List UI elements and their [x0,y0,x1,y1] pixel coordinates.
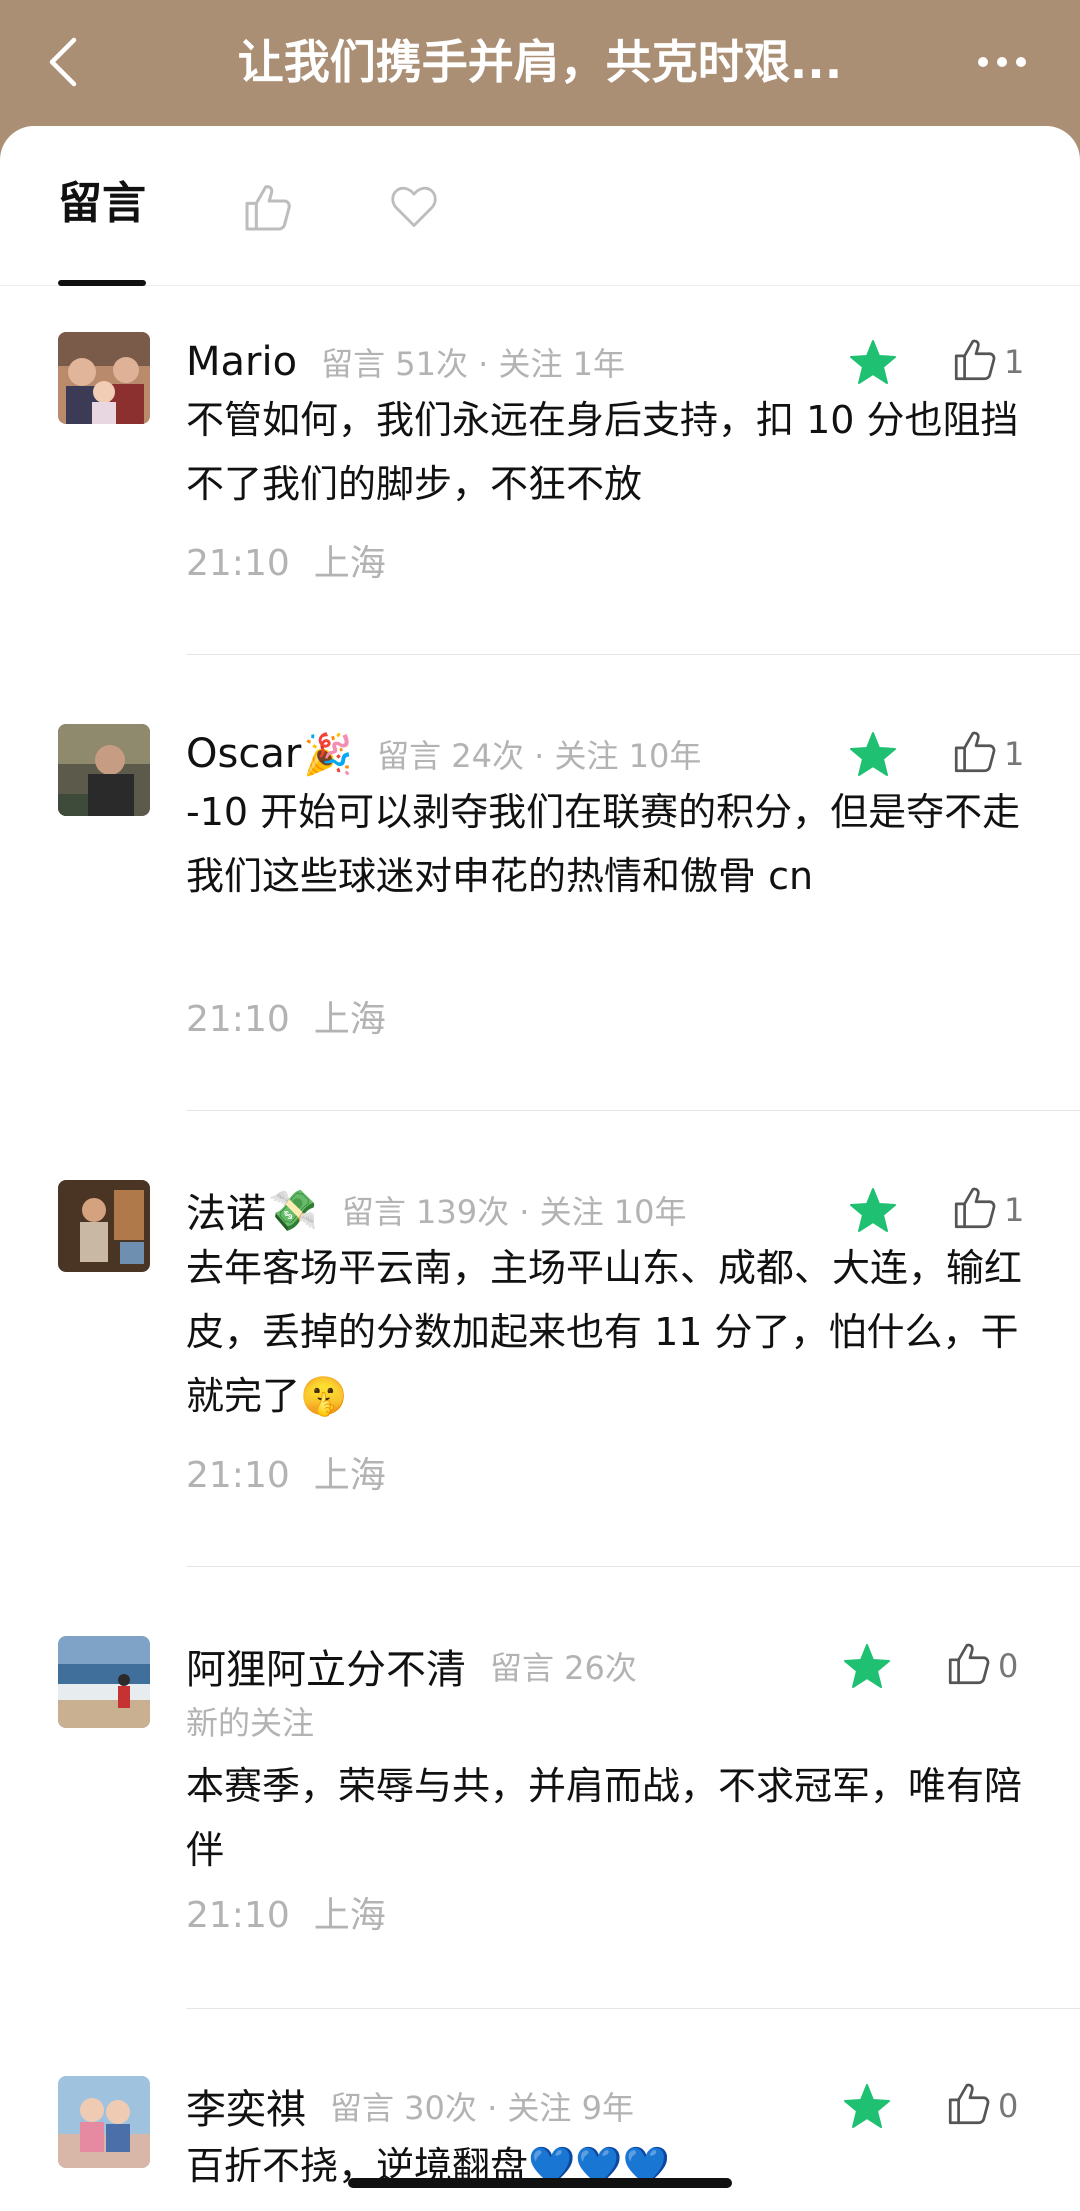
like-count: 1 [1004,1191,1025,1229]
tab-likes[interactable] [240,180,300,240]
comment-time: 21:10 上海 [186,1446,386,1498]
time-label: 21:10 [186,543,290,584]
comment-time: 21:10 上海 [186,1886,386,1938]
divider [186,654,1080,655]
star-icon[interactable] [848,338,898,388]
divider [186,2008,1080,2009]
username[interactable]: 李奕祺 [186,2077,306,2135]
top-bar: 让我们携手并肩，共克时艰... [0,0,1080,130]
page-title: 让我们携手并肩，共克时艰... [237,35,843,89]
comment-text: 百折不挠，逆境翻盘💙💙💙 [186,2144,670,2188]
username[interactable]: Mario [186,339,297,385]
star-icon[interactable] [848,1186,898,1236]
user-meta: 留言 139次 · 关注 10年 [341,1193,687,1231]
comment-text: 不管如何，我们永远在身后支持，扣 10 分也阻挡不了我们的脚步，不狂不放 [186,398,1019,506]
star-icon[interactable] [842,2082,892,2132]
location-label: 上海 [313,1455,386,1496]
star-icon[interactable] [842,1642,892,1692]
follow-status: 新的关注 [186,1704,315,1742]
comment-header: 阿狸阿立分不清 留言 26次 [186,1636,846,1696]
time-label: 21:10 [186,1895,290,1936]
thumbs-up-icon[interactable] [950,726,1000,778]
avatar[interactable] [58,1180,150,1272]
like-count: 1 [1004,343,1025,381]
location-label: 上海 [313,543,386,584]
back-button[interactable] [34,30,90,94]
avatar[interactable] [58,332,150,424]
like-count: 0 [998,1647,1019,1685]
user-meta: 留言 51次 · 关注 1年 [321,345,626,383]
username[interactable]: 阿狸阿立分不清 [186,1637,466,1695]
thumbs-up-icon[interactable] [944,1638,994,1690]
more-dots-icon [978,57,1026,67]
avatar[interactable] [58,724,150,816]
username[interactable]: 法诺 [186,1181,266,1239]
user-meta: 留言 30次 · 关注 9年 [330,2089,634,2127]
comment-text: 本赛季，荣辱与共，并肩而战，不求冠军，唯有陪伴 [186,1764,1023,1872]
avatar[interactable] [58,2076,150,2168]
comment-header: 法诺 💸 留言 139次 · 关注 10年 [186,1180,846,1240]
tab-active-indicator [58,280,146,286]
location-label: 上海 [313,1895,386,1936]
tab-favorites[interactable] [388,180,448,240]
avatar[interactable] [58,1636,150,1728]
divider [186,1110,1080,1111]
tab-messages[interactable]: 留言 [58,174,146,234]
location-label: 上海 [313,999,386,1040]
username-emoji: 💸 [268,1187,318,1234]
like-count: 1 [1004,735,1025,773]
time-label: 21:10 [186,999,290,1040]
user-meta: 留言 26次 [490,1649,637,1687]
more-button[interactable] [964,38,1040,86]
username-emoji: 🎉 [303,731,354,778]
time-label: 21:10 [186,1455,290,1496]
comment-time: 21:10 上海 [186,990,386,1042]
comment-header: Oscar 🎉 留言 24次 · 关注 10年 [186,724,846,784]
comment-header: Mario 留言 51次 · 关注 1年 [186,332,846,392]
star-icon[interactable] [848,730,898,780]
thumbs-up-icon [245,185,291,231]
back-arrow-icon [49,37,77,87]
comment-text: -10 开始可以剥夺我们在联赛的积分，但是夺不走我们这些球迷对申花的热情和傲骨 … [186,790,1021,898]
comment-time: 21:10 上海 [186,534,386,586]
home-indicator [348,2178,732,2188]
like-count: 0 [998,2087,1019,2125]
heart-icon [391,186,437,227]
comment-text: 去年客场平云南，主场平山东、成都、大连，输红皮，丢掉的分数加起来也有 11 分了… [186,1246,1023,1418]
divider [186,1566,1080,1567]
tab-bar: 留言 [0,126,1080,286]
username[interactable]: Oscar [186,731,301,777]
user-meta: 留言 24次 · 关注 10年 [377,737,702,775]
comment-header: 李奕祺 留言 30次 · 关注 9年 [186,2076,846,2136]
thumbs-up-icon[interactable] [950,1182,1000,1234]
thumbs-up-icon[interactable] [950,334,1000,386]
thumbs-up-icon[interactable] [944,2078,994,2130]
